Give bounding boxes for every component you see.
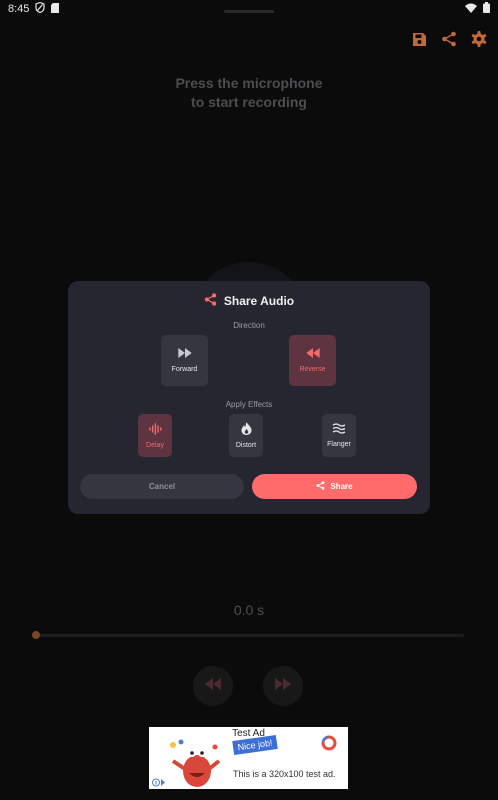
status-bar: 8:45 — [0, 0, 498, 18]
ad-text: This is a 320x100 test ad. — [233, 769, 336, 779]
seek-thumb[interactable] — [32, 631, 40, 639]
share-audio-dialog: Share Audio Direction Forward Reverse Ap… — [68, 281, 430, 514]
flame-icon — [241, 422, 252, 437]
reverse-option-label: Reverse — [299, 366, 326, 373]
wifi-icon — [465, 3, 477, 16]
share-button-label: Share — [330, 482, 353, 491]
rewind-icon — [305, 348, 320, 360]
delay-option-label: Delay — [146, 441, 164, 449]
battery-icon — [483, 2, 490, 16]
dialog-title: Share Audio — [68, 293, 430, 309]
duration-text: 0.0 s — [233, 602, 265, 618]
ad-banner[interactable]: Test Ad Nice job! This is a 320x100 test… — [149, 727, 348, 789]
hint-line-2: to start recording — [191, 94, 307, 110]
cancel-button[interactable]: Cancel — [80, 474, 244, 499]
flanger-option-label: Flanger — [327, 441, 351, 448]
clock: 8:45 — [8, 3, 30, 15]
share-icon — [316, 481, 325, 492]
ad-label: Test Ad — [232, 728, 265, 739]
dialog-title-text: Share Audio — [223, 294, 295, 308]
hint-line-1: Press the microphone — [175, 75, 323, 91]
drag-handle — [224, 10, 274, 13]
distort-option-label: Distort — [235, 442, 257, 449]
fast-forward-icon — [177, 348, 192, 360]
forward-option-label: Forward — [171, 366, 198, 373]
cancel-button-label: Cancel — [148, 482, 176, 491]
ad-info-icon[interactable] — [152, 778, 166, 789]
flanger-option[interactable]: Flanger — [322, 414, 356, 457]
share-icon[interactable] — [440, 30, 458, 48]
toolbar — [410, 30, 488, 48]
waveform-icon — [148, 422, 162, 437]
sd-card-icon — [51, 2, 60, 16]
share-button[interactable]: Share — [252, 474, 417, 499]
reverse-option[interactable]: Reverse — [289, 335, 336, 386]
effects-label: Apply Effects — [225, 400, 273, 409]
save-icon[interactable] — [410, 30, 428, 48]
rewind-icon — [205, 677, 221, 695]
distort-option[interactable]: Distort — [229, 414, 263, 457]
gear-icon[interactable] — [470, 30, 488, 48]
delay-option[interactable]: Delay — [138, 414, 172, 457]
forward-option[interactable]: Forward — [161, 335, 208, 386]
direction-label: Direction — [233, 321, 265, 330]
rewind-button[interactable] — [193, 666, 233, 706]
ad-mascot-image — [167, 739, 223, 789]
ad-logo-icon — [321, 735, 337, 756]
seek-bar[interactable] — [32, 631, 464, 639]
share-icon — [204, 293, 217, 309]
waves-icon — [332, 423, 346, 436]
fast-forward-icon — [275, 677, 291, 695]
privacy-shield-icon — [35, 1, 46, 16]
fast-forward-button[interactable] — [263, 666, 303, 706]
record-hint: Press the microphone to start recording — [0, 74, 498, 112]
